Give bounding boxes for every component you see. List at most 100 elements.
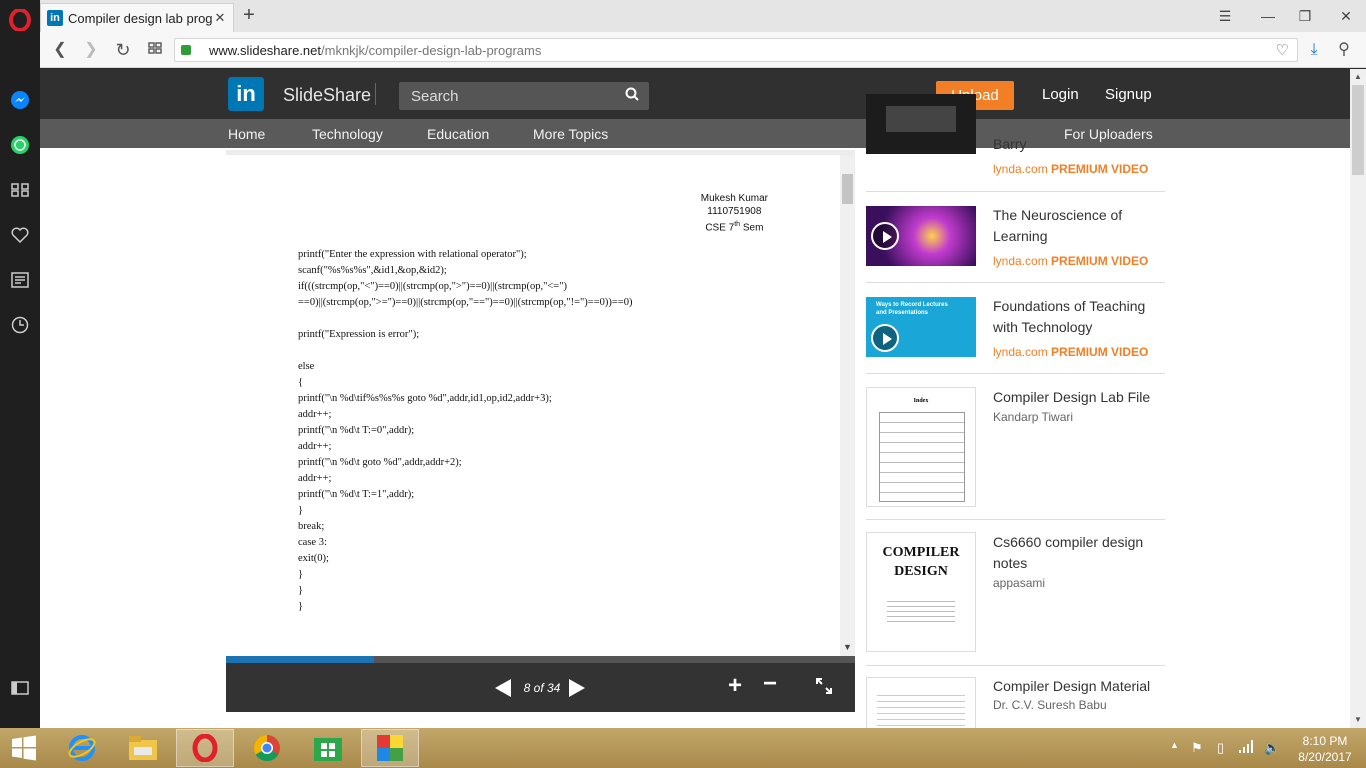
related-thumbnail: Index	[866, 387, 976, 507]
related-title[interactable]: Barry	[993, 134, 1163, 155]
browser-menu-icon[interactable]: ⚲	[1332, 38, 1356, 62]
url-host: www.slideshare.net	[209, 42, 321, 58]
related-item[interactable]: COMPILER DESIGN Cs6660 compiler design n…	[866, 521, 1165, 666]
scroll-up-icon[interactable]: ▲	[1354, 72, 1362, 81]
lock-icon	[181, 45, 191, 55]
related-item[interactable]: The Neuroscience of Learning lynda.com P…	[866, 193, 1165, 283]
related-source: lynda.com PREMIUM VIDEO	[993, 254, 1149, 268]
related-item[interactable]: Compiler Design Material Dr. C.V. Suresh…	[866, 667, 1165, 728]
minimize-icon[interactable]: —	[1254, 4, 1282, 28]
browser-tab[interactable]: in Compiler design lab progr ✕	[40, 3, 234, 32]
related-author[interactable]: Dr. C.V. Suresh Babu	[993, 698, 1107, 712]
file-explorer-icon[interactable]	[114, 729, 172, 767]
history-icon[interactable]	[8, 313, 32, 337]
start-button-icon[interactable]	[0, 729, 48, 767]
related-title[interactable]: Cs6660 compiler design notes	[993, 532, 1163, 574]
roll-number: 1110751908	[707, 206, 762, 217]
nav-technology[interactable]: Technology	[312, 126, 383, 142]
speed-dial-icon[interactable]	[8, 178, 32, 202]
internet-explorer-icon[interactable]	[53, 729, 111, 767]
tab-menu-icon[interactable]: ☰	[1211, 4, 1239, 28]
bookmark-heart-icon[interactable]: ♡	[1276, 41, 1289, 59]
related-title[interactable]: Foundations of Teaching with Technology	[993, 296, 1163, 338]
next-slide-icon[interactable]	[569, 679, 585, 697]
web-page: in SlideShare Search Upload Login Signup…	[40, 69, 1350, 728]
opera-menu-icon[interactable]	[8, 8, 32, 32]
clock-time: 8:10 PM	[1302, 734, 1348, 748]
bookmarks-heart-icon[interactable]	[8, 223, 32, 247]
download-icon[interactable]: ⤓	[1302, 38, 1326, 62]
tab-overview-icon[interactable]	[143, 38, 167, 62]
thumbnail-caption: COMPILER DESIGN	[882, 545, 960, 579]
tab-close-icon[interactable]: ✕	[213, 10, 227, 26]
page-counter: 8 of 34	[523, 681, 561, 695]
search-input[interactable]: Search	[399, 82, 649, 110]
slideshare-logo[interactable]: SlideShare	[283, 85, 371, 106]
tab-title: Compiler design lab progr	[68, 10, 213, 26]
action-center-flag-icon[interactable]: ⚑	[1191, 740, 1203, 756]
tray-expand-icon[interactable]: ▲	[1170, 740, 1179, 750]
related-item[interactable]: Ways to Record Lectures and Presentation…	[866, 284, 1165, 374]
related-thumbnail	[866, 206, 976, 266]
related-thumbnail	[866, 94, 976, 154]
viewer-scroll-down-icon[interactable]: ▼	[840, 642, 855, 652]
messenger-icon[interactable]	[8, 88, 32, 112]
related-author[interactable]: Kandarp Tiwari	[993, 410, 1073, 424]
thumbnail-caption: Ways to Record Lectures and Presentation…	[876, 302, 948, 316]
zoom-in-icon[interactable]: +	[728, 672, 742, 700]
sidebar-toggle-icon[interactable]	[8, 676, 32, 700]
logo-divider	[375, 83, 376, 105]
taskbar-clock[interactable]: 8:10 PM 8/20/2017	[1290, 733, 1360, 765]
opera-taskbar-icon[interactable]	[176, 729, 234, 767]
previous-slide-icon[interactable]	[495, 679, 511, 697]
chrome-icon[interactable]	[238, 729, 296, 767]
page-scroll-thumb[interactable]	[1352, 85, 1364, 175]
related-thumbnail: Ways to Record Lectures and Presentation…	[866, 297, 976, 357]
volume-icon[interactable]: 🔈	[1264, 740, 1280, 756]
scroll-down-icon[interactable]: ▼	[1354, 715, 1362, 724]
nav-home[interactable]: Home	[228, 126, 265, 142]
related-source: lynda.com PREMIUM VIDEO	[993, 162, 1149, 176]
play-icon[interactable]	[871, 324, 899, 352]
semester-label: CSE 7th Sem	[705, 221, 764, 234]
nav-education[interactable]: Education	[427, 126, 489, 142]
related-item[interactable]: Barry lynda.com PREMIUM VIDEO	[866, 94, 1165, 192]
search-icon[interactable]	[625, 87, 639, 104]
new-tab-icon[interactable]: +	[238, 4, 260, 28]
reload-icon[interactable]: ↻	[111, 38, 135, 62]
author-name: Mukesh Kumar	[700, 193, 768, 204]
whatsapp-icon[interactable]	[8, 133, 32, 157]
clock-date: 8/20/2017	[1298, 750, 1352, 764]
zoom-out-icon[interactable]: −	[763, 670, 777, 698]
battery-icon[interactable]: ▯	[1217, 740, 1224, 756]
network-signal-icon[interactable]	[1239, 740, 1255, 756]
related-title[interactable]: Compiler Design Lab File	[993, 387, 1163, 408]
play-icon[interactable]	[871, 222, 899, 250]
back-icon[interactable]: ❮	[48, 38, 72, 62]
url-field[interactable]: www.slideshare.net /mknkjk/compiler-desi…	[174, 38, 1298, 62]
related-thumbnail	[866, 677, 976, 728]
viewer-scrollbar[interactable]	[840, 155, 855, 656]
related-title[interactable]: Compiler Design Material	[993, 676, 1163, 697]
thumbnail-caption: Index	[913, 398, 929, 404]
related-title[interactable]: The Neuroscience of Learning	[993, 205, 1163, 247]
store-icon[interactable]	[299, 729, 357, 767]
related-author[interactable]: appasami	[993, 576, 1045, 590]
nav-more-topics[interactable]: More Topics	[533, 126, 608, 142]
forward-icon[interactable]: ❯	[79, 38, 103, 62]
progress-fill	[226, 656, 374, 663]
linkedin-favicon-icon: in	[47, 10, 63, 26]
fullscreen-icon[interactable]	[816, 678, 832, 699]
related-item[interactable]: Index Compiler Design Lab File Kandarp T…	[866, 375, 1165, 520]
close-window-icon[interactable]: ✕	[1332, 4, 1360, 28]
document-header: Mukesh Kumar 1110751908 CSE 7th Sem	[701, 192, 768, 234]
linkedin-logo-icon[interactable]: in	[228, 77, 264, 111]
paint-app-icon[interactable]	[361, 729, 419, 767]
news-icon[interactable]	[8, 268, 32, 292]
restore-icon[interactable]: ❐	[1291, 4, 1319, 28]
document-code: printf("Enter the expression with relati…	[298, 249, 633, 612]
opera-sidebar	[0, 0, 40, 728]
related-source: lynda.com PREMIUM VIDEO	[993, 345, 1149, 359]
viewer-scroll-thumb[interactable]	[842, 174, 853, 204]
search-placeholder: Search	[411, 87, 459, 105]
